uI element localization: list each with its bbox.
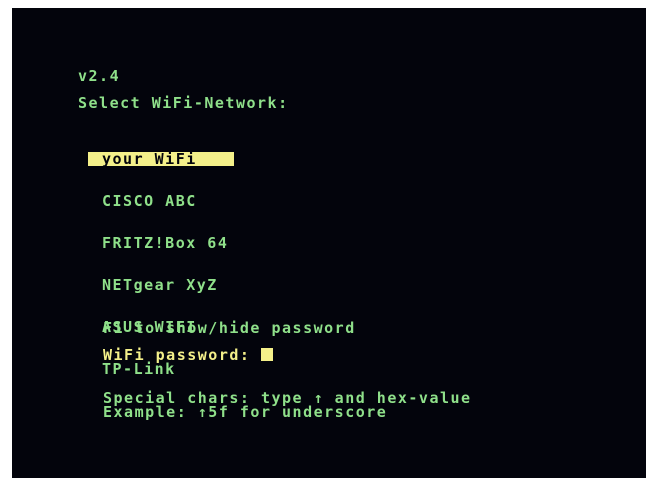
password-field[interactable]: WiFi password: (103, 346, 273, 364)
network-item-tp-link[interactable]: TP-Link (88, 362, 308, 377)
page-title: Select WiFi-Network: (78, 94, 289, 112)
password-label: WiFi password: (103, 346, 251, 364)
network-item-cisco-abc[interactable]: CISCO ABC (88, 194, 308, 209)
network-item-fritz-box[interactable]: FRITZ!Box 64 (88, 236, 308, 251)
network-item-your-wifi[interactable]: your WiFi (88, 152, 234, 167)
text-cursor (260, 348, 273, 361)
special-chars-example: Example: ↑5f for underscore (103, 403, 388, 421)
network-item-netgear[interactable]: NETgear XyZ (88, 278, 308, 293)
password-toggle-hint: F1 to show/hide password (103, 319, 356, 337)
terminal-screen: v2.4 Select WiFi-Network: your WiFi CISC… (12, 8, 646, 478)
version-label: v2.4 (78, 67, 121, 85)
